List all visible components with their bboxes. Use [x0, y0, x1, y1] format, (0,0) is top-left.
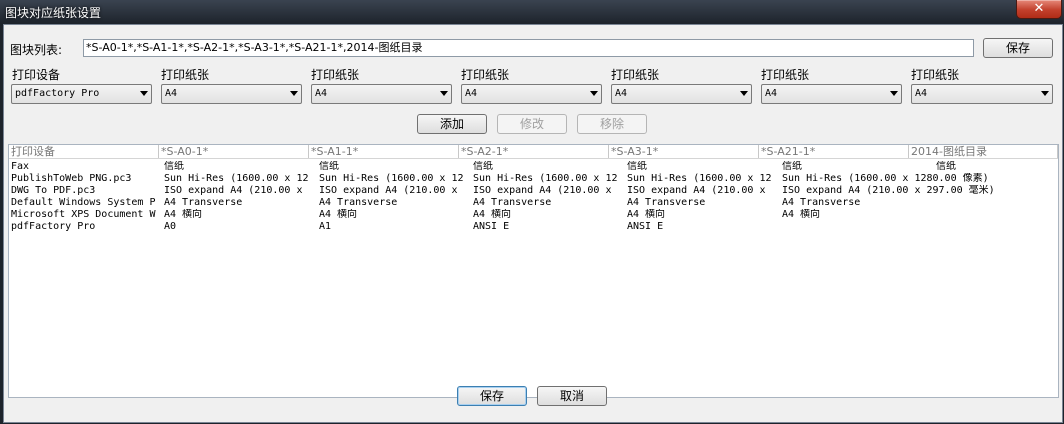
chevron-down-icon[interactable]: [890, 91, 898, 96]
chevron-down-icon[interactable]: [290, 91, 298, 96]
paper-select-value: A4: [165, 88, 178, 99]
table-header: 打印设备 *S-A0-1* *S-A1-1* *S-A2-1* *S-A3-1*…: [9, 145, 1058, 159]
modify-button[interactable]: 修改: [497, 114, 567, 134]
table-cell: A4 横向: [782, 209, 821, 220]
table-cell: A4 Transverse: [782, 197, 861, 208]
table-cell: ISO expand A4 (210.00 x: [319, 185, 458, 196]
column-header-device[interactable]: 打印设备: [9, 145, 159, 158]
table-cell: Default Windows System P: [11, 197, 156, 208]
column-header-a1[interactable]: *S-A1-1*: [309, 145, 459, 158]
column-header-catalog[interactable]: 2014-图纸目录: [909, 145, 1058, 158]
table-row[interactable]: pdfFactory Pro A0 A1 ANSI E ANSI E: [9, 221, 1058, 233]
table-row[interactable]: Default Windows System P A4 Transverse A…: [9, 197, 1058, 209]
save-button[interactable]: 保存: [457, 386, 527, 406]
remove-button[interactable]: 移除: [577, 114, 647, 134]
paper-select-4[interactable]: A4: [611, 84, 752, 104]
column-header-a2[interactable]: *S-A2-1*: [459, 145, 609, 158]
save-top-button[interactable]: 保存: [983, 38, 1053, 58]
table-row[interactable]: PublishToWeb PNG.pc3 Sun Hi-Res (1600.00…: [9, 173, 1058, 185]
table-cell: A1: [319, 221, 332, 232]
table-cell: 信纸: [627, 161, 647, 172]
table-cell: ISO expand A4 (210.00 x: [627, 185, 766, 196]
close-button[interactable]: ✕: [1016, 0, 1062, 19]
paper-select-value: A4: [765, 88, 778, 99]
paper-select-5[interactable]: A4: [761, 84, 902, 104]
chevron-down-icon[interactable]: [740, 91, 748, 96]
table-row[interactable]: Fax 信纸 信纸 信纸 信纸 信纸 信纸: [9, 161, 1058, 173]
device-select-value: pdfFactory Pro: [15, 88, 100, 99]
paper-select-value: A4: [465, 88, 478, 99]
chevron-down-icon[interactable]: [140, 91, 148, 96]
table-cell: 信纸: [319, 161, 339, 172]
paper-label-1: 打印纸张: [161, 68, 210, 82]
paper-label-6: 打印纸张: [911, 68, 960, 82]
table-cell: 信纸: [936, 161, 956, 172]
table-cell: ANSI E: [627, 221, 664, 232]
paper-label-5: 打印纸张: [761, 68, 810, 82]
table-cell: A4 横向: [164, 209, 203, 220]
table-cell: A4 横向: [627, 209, 666, 220]
paper-label-2: 打印纸张: [311, 68, 360, 82]
paper-select-1[interactable]: A4: [161, 84, 302, 104]
device-label: 打印设备: [12, 68, 61, 82]
table-cell: A4 Transverse: [473, 197, 552, 208]
table-cell: Sun Hi-Res (1600.00 x 1280.00 像素): [782, 173, 989, 184]
paper-select-value: A4: [615, 88, 628, 99]
table-cell: Sun Hi-Res (1600.00 x 12: [473, 173, 618, 184]
table-cell: A0: [164, 221, 177, 232]
table-cell: pdfFactory Pro: [11, 221, 96, 232]
table-row[interactable]: Microsoft XPS Document W A4 横向 A4 横向 A4 …: [9, 209, 1058, 221]
column-header-a0[interactable]: *S-A0-1*: [159, 145, 309, 158]
table-cell: 信纸: [782, 161, 802, 172]
table-cell: A4 Transverse: [164, 197, 243, 208]
paper-select-2[interactable]: A4: [311, 84, 452, 104]
paper-select-3[interactable]: A4: [461, 84, 602, 104]
column-header-a21[interactable]: *S-A21-1*: [759, 145, 909, 158]
paper-label-4: 打印纸张: [611, 68, 660, 82]
block-list-label: 图块列表:: [10, 43, 63, 57]
table-cell: 信纸: [164, 161, 184, 172]
table-cell: A4 横向: [319, 209, 358, 220]
table-cell: ISO expand A4 (210.00 x: [164, 185, 303, 196]
add-button[interactable]: 添加: [417, 114, 487, 134]
paper-label-3: 打印纸张: [461, 68, 510, 82]
chevron-down-icon[interactable]: [440, 91, 448, 96]
table-cell: A4 Transverse: [627, 197, 706, 208]
paper-select-6[interactable]: A4: [911, 84, 1053, 104]
table-cell: Fax: [11, 161, 30, 172]
table-cell: DWG To PDF.pc3: [11, 185, 96, 196]
table-cell: ISO expand A4 (210.00 x 297.00 毫米): [782, 185, 995, 196]
block-list-input[interactable]: *S-A0-1*,*S-A1-1*,*S-A2-1*,*S-A3-1*,*S-A…: [83, 39, 974, 57]
table-cell: A4 Transverse: [319, 197, 398, 208]
table-row[interactable]: DWG To PDF.pc3 ISO expand A4 (210.00 x I…: [9, 185, 1058, 197]
table-cell: Sun Hi-Res (1600.00 x 12: [319, 173, 464, 184]
column-header-a3[interactable]: *S-A3-1*: [609, 145, 759, 158]
table-cell: A4 横向: [473, 209, 512, 220]
paper-select-value: A4: [315, 88, 328, 99]
device-select[interactable]: pdfFactory Pro: [11, 84, 152, 104]
table-cell: ISO expand A4 (210.00 x: [473, 185, 612, 196]
table-cell: Sun Hi-Res (1600.00 x 12: [164, 173, 309, 184]
close-icon: ✕: [1033, 1, 1045, 16]
title-bar[interactable]: 图块对应纸张设置 ✕: [0, 0, 1064, 24]
table-cell: PublishToWeb PNG.pc3: [11, 173, 132, 184]
dialog-client-area: 图块列表: *S-A0-1*,*S-A1-1*,*S-A2-1*,*S-A3-1…: [3, 24, 1063, 423]
table-cell: Sun Hi-Res (1600.00 x 12: [627, 173, 772, 184]
dialog-window: 图块对应纸张设置 ✕ 图块列表: *S-A0-1*,*S-A1-1*,*S-A2…: [0, 0, 1064, 424]
chevron-down-icon[interactable]: [1041, 91, 1049, 96]
mapping-table[interactable]: 打印设备 *S-A0-1* *S-A1-1* *S-A2-1* *S-A3-1*…: [8, 144, 1059, 398]
paper-select-value: A4: [915, 88, 928, 99]
table-cell: 信纸: [473, 161, 493, 172]
table-cell: Microsoft XPS Document W: [11, 209, 156, 220]
chevron-down-icon[interactable]: [590, 91, 598, 96]
table-cell: ANSI E: [473, 221, 510, 232]
window-title: 图块对应纸张设置: [5, 6, 102, 20]
cancel-button[interactable]: 取消: [537, 386, 607, 406]
